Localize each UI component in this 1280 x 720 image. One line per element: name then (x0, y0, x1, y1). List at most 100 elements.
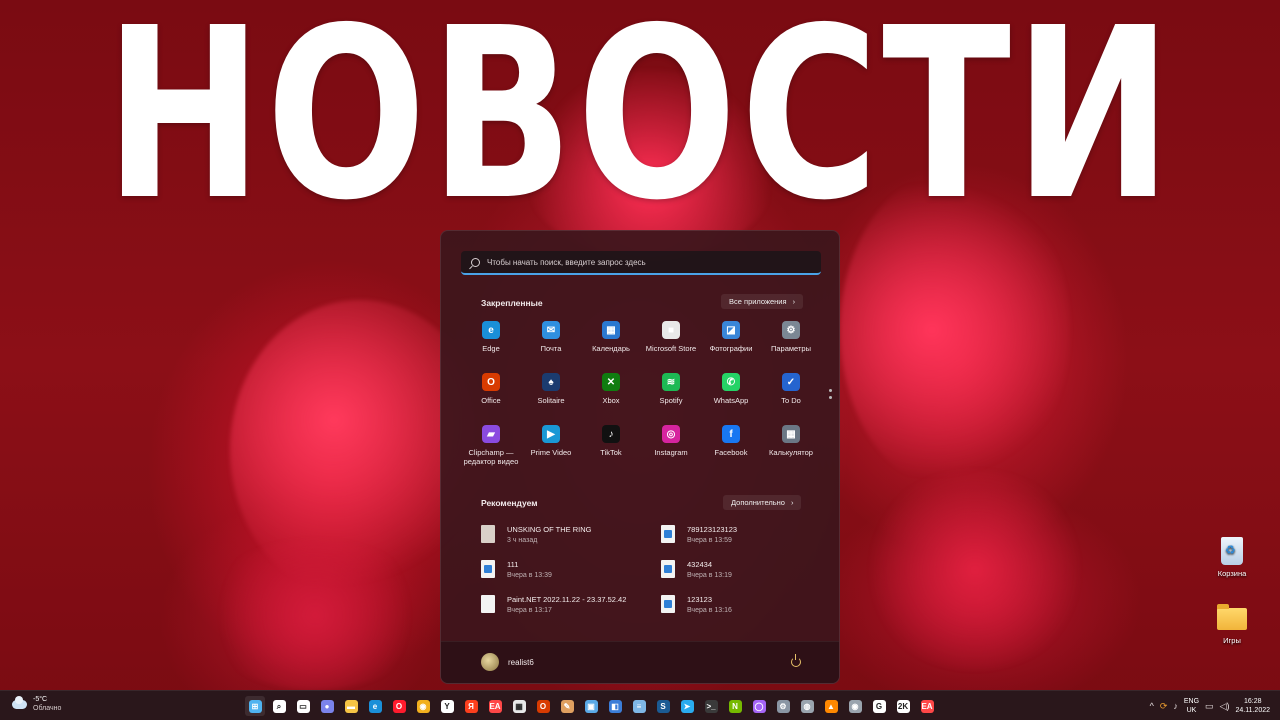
microphone-icon[interactable]: ♪ (1173, 701, 1178, 711)
headline-title: НОВОСТИ (104, 0, 1176, 252)
recycle-bin-icon (1221, 537, 1243, 565)
recommended-name: 123123 (687, 594, 713, 604)
pinned-app[interactable]: ≋ Spotify (641, 373, 701, 405)
pinned-app[interactable]: ◪ Фотографии (701, 321, 761, 353)
paint-net-icon[interactable]: ◧ (605, 696, 625, 716)
pinned-app[interactable]: f Facebook (701, 425, 761, 457)
telegram-icon[interactable]: ➤ (677, 696, 697, 716)
chrome-icon[interactable]: ◉ (413, 696, 433, 716)
office-icon[interactable]: O (533, 696, 553, 716)
terminal-icon[interactable]: >_ (701, 696, 721, 716)
paint-icon[interactable]: ✎ (557, 696, 577, 716)
todo-icon: ✓ (782, 373, 800, 391)
xbox-icon: ✕ (602, 373, 620, 391)
weather-widget[interactable]: -5°C Облачно (12, 695, 62, 712)
pinned-app[interactable]: ■ Microsoft Store (641, 321, 701, 353)
user-name[interactable]: realist6 (508, 658, 534, 667)
pinned-app-label: Калькулятор (769, 448, 813, 457)
start-icon[interactable]: ⊞ (245, 696, 265, 716)
pinned-app[interactable]: ✉ Почта (521, 321, 581, 353)
task-view-icon[interactable]: ▭ (293, 696, 313, 716)
pinned-app[interactable]: ⚙ Параметры (761, 321, 821, 353)
ea-app-icon[interactable]: EA (917, 696, 937, 716)
system-tray: ^ ⟳ ♪ ENG UK ▭ ◁) 16:28 24.11.2022 (1150, 695, 1270, 717)
lang-top: ENG (1183, 698, 1200, 705)
tiktok-icon: ♪ (602, 425, 620, 443)
weather-desc: Облачно (33, 705, 62, 712)
chat-icon[interactable]: ● (317, 696, 337, 716)
pinned-app[interactable]: ◎ Instagram (641, 425, 701, 457)
steam-icon[interactable]: S (653, 696, 673, 716)
pinned-app-label: Фотографии (709, 344, 753, 353)
search-icon[interactable]: ⌕ (269, 696, 289, 716)
pinned-app[interactable]: ▦ Календарь (581, 321, 641, 353)
recommended-item[interactable]: 789123123123 Вчера в 13:59 (661, 521, 831, 547)
pinned-app[interactable]: ✕ Xbox (581, 373, 641, 405)
network-icon[interactable]: ▭ (1205, 701, 1214, 712)
recommended-item[interactable]: UNSKING OF THE RING 3 ч назад (481, 521, 651, 547)
cloud-icon (12, 695, 27, 709)
file-explorer-icon[interactable]: ▬ (341, 696, 361, 716)
facebook-icon: f (722, 425, 740, 443)
language-indicator[interactable]: ENG UK (1184, 697, 1199, 715)
pinned-app[interactable]: ✓ To Do (761, 373, 821, 405)
calculator-icon: ▦ (782, 425, 800, 443)
search-icon (471, 257, 480, 267)
nvidia-icon[interactable]: N (725, 696, 745, 716)
recommended-item[interactable]: 432434 Вчера в 13:19 (661, 556, 831, 582)
recommended-name: 432434 (687, 559, 713, 569)
pinned-app[interactable]: ♠ Solitaire (521, 373, 581, 405)
pinned-app[interactable]: ▰ Clipchamp — редактор видео (461, 425, 521, 466)
yandex-icon[interactable]: Я (461, 696, 481, 716)
power-icon[interactable] (791, 654, 801, 667)
pinned-app-label: Xbox (602, 396, 620, 405)
recommended-time: Вчера в 13:16 (687, 606, 732, 614)
avatar[interactable] (481, 653, 499, 671)
desktop-games-folder[interactable]: Игры (1207, 604, 1257, 645)
pinned-app[interactable]: ♪ TikTok (581, 425, 641, 457)
pinned-app[interactable]: ▦ Калькулятор (761, 425, 821, 457)
pinned-app-label: To Do (781, 396, 801, 405)
yandex-browser-icon[interactable]: Y (437, 696, 457, 716)
pinned-app[interactable]: ✆ WhatsApp (701, 373, 761, 405)
start-menu: Чтобы начать поиск, введите запрос здесь… (440, 230, 840, 684)
recommended-item[interactable]: 111 Вчера в 13:39 (481, 556, 651, 582)
recycle-bin-label: Корзина (1217, 569, 1247, 578)
2k-launcher-icon[interactable]: 2K (893, 696, 913, 716)
recommended-name: 111 (507, 559, 519, 569)
sync-icon[interactable]: ⟳ (1160, 701, 1168, 712)
page-dots[interactable] (829, 389, 832, 403)
photos-icon: ◪ (722, 321, 740, 339)
ea-icon[interactable]: EA (485, 696, 505, 716)
vlc-icon[interactable]: ▲ (821, 696, 841, 716)
settings-icon[interactable]: ⚙ (773, 696, 793, 716)
desktop-recycle-bin[interactable]: Корзина (1207, 537, 1257, 578)
edge-icon[interactable]: e (365, 696, 385, 716)
camera-icon[interactable]: ◍ (797, 696, 817, 716)
clock[interactable]: 16:28 24.11.2022 (1235, 697, 1270, 715)
start-search-box[interactable]: Чтобы начать поиск, введите запрос здесь (461, 251, 821, 275)
epic-games-icon[interactable]: G (869, 696, 889, 716)
recommended-item[interactable]: Paint.NET 2022.11.22 - 23.37.52.42 Вчера … (481, 591, 651, 617)
file-icon (661, 595, 675, 613)
chevron-up-icon[interactable]: ^ (1150, 701, 1154, 711)
recommended-item[interactable]: 123123 Вчера в 13:16 (661, 591, 831, 617)
alice-icon[interactable]: ◯ (749, 696, 769, 716)
opera-icon[interactable]: O (389, 696, 409, 716)
store-icon[interactable]: ▦ (509, 696, 529, 716)
recommended-time: Вчера в 13:39 (507, 571, 552, 579)
xbox-icon[interactable]: ◉ (845, 696, 865, 716)
recommended-time: Вчера в 13:17 (507, 606, 552, 614)
chevron-right-icon: › (792, 297, 796, 306)
pinned-app[interactable]: e Edge (461, 321, 521, 353)
clock-time: 16:28 (1243, 698, 1262, 705)
remote-desktop-icon[interactable]: ▣ (581, 696, 601, 716)
more-button[interactable]: Дополнительно › (723, 495, 802, 510)
pinned-app[interactable]: O Office (461, 373, 521, 405)
volume-icon[interactable]: ◁) (1220, 701, 1230, 712)
games-folder-label: Игры (1223, 636, 1241, 645)
all-apps-button[interactable]: Все приложения › (721, 294, 804, 309)
notepad-icon[interactable]: ≡ (629, 696, 649, 716)
pinned-app[interactable]: ▶ Prime Video (521, 425, 581, 457)
file-icon (481, 560, 495, 578)
